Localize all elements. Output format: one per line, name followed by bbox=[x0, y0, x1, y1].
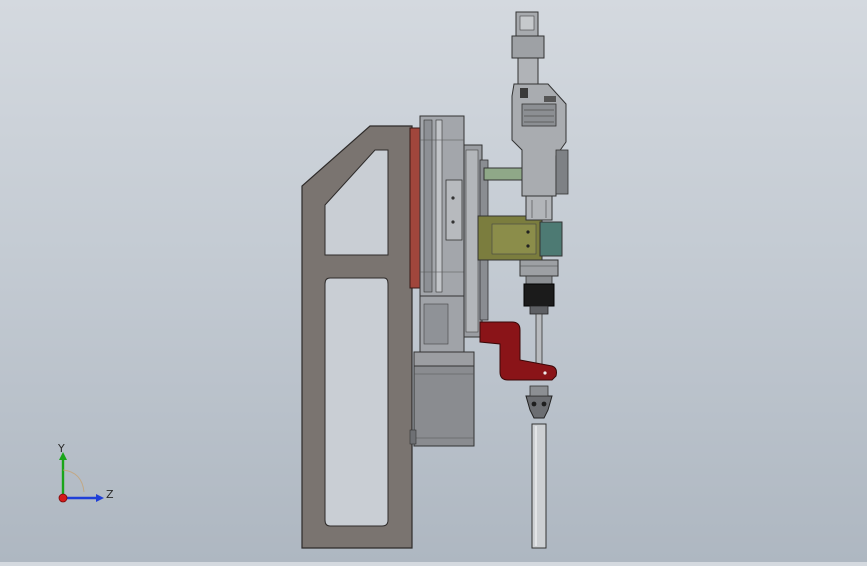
lower-block bbox=[419, 295, 465, 355]
coordinate-triad: Y Z bbox=[57, 442, 114, 503]
support-rod bbox=[483, 167, 525, 181]
x-axis-origin-icon bbox=[58, 493, 68, 503]
stepper-motor bbox=[409, 351, 475, 447]
assembly-drawing bbox=[301, 11, 569, 549]
cad-viewport[interactable] bbox=[0, 0, 867, 562]
z-arrow-icon bbox=[96, 494, 104, 502]
spindle-head bbox=[511, 11, 569, 367]
workpiece-tube bbox=[531, 423, 547, 549]
support-frame bbox=[301, 125, 413, 549]
linear-rail bbox=[419, 115, 465, 297]
nozzle bbox=[525, 385, 553, 419]
z-axis-label: Z bbox=[106, 488, 114, 501]
tool-clamp bbox=[477, 215, 563, 261]
curved-bracket bbox=[479, 321, 557, 381]
y-axis-label: Y bbox=[57, 442, 65, 455]
